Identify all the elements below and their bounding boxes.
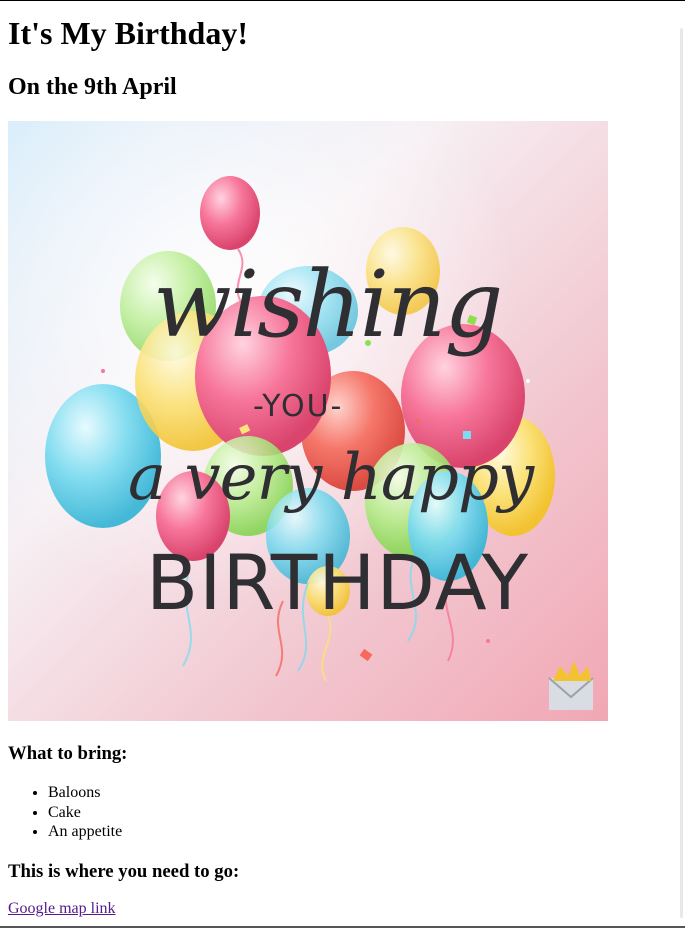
card-line-very-happy: a very happy: [128, 441, 535, 515]
list-item: Baloons: [48, 783, 122, 803]
page-title: It's My Birthday!: [8, 15, 248, 51]
google-map-link[interactable]: Google map link: [8, 899, 116, 919]
list-item: An appetite: [48, 822, 122, 842]
birthday-card-image: wishing -YOU- a very happy BIRTHDAY: [8, 121, 608, 721]
directions-heading: This is where you need to go:: [8, 861, 240, 882]
page-subtitle: On the 9th April: [8, 74, 177, 100]
birthday-balloons-illustration: wishing -YOU- a very happy BIRTHDAY: [8, 121, 608, 721]
card-line-wishing: wishing: [153, 251, 501, 358]
card-line-you: -YOU-: [253, 389, 343, 424]
vertical-scrollbar[interactable]: [680, 28, 683, 918]
bring-list: Baloons Cake An appetite: [8, 783, 122, 842]
what-to-bring-heading: What to bring:: [8, 743, 128, 764]
list-item: Cake: [48, 803, 122, 823]
card-line-birthday: BIRTHDAY: [146, 538, 529, 627]
